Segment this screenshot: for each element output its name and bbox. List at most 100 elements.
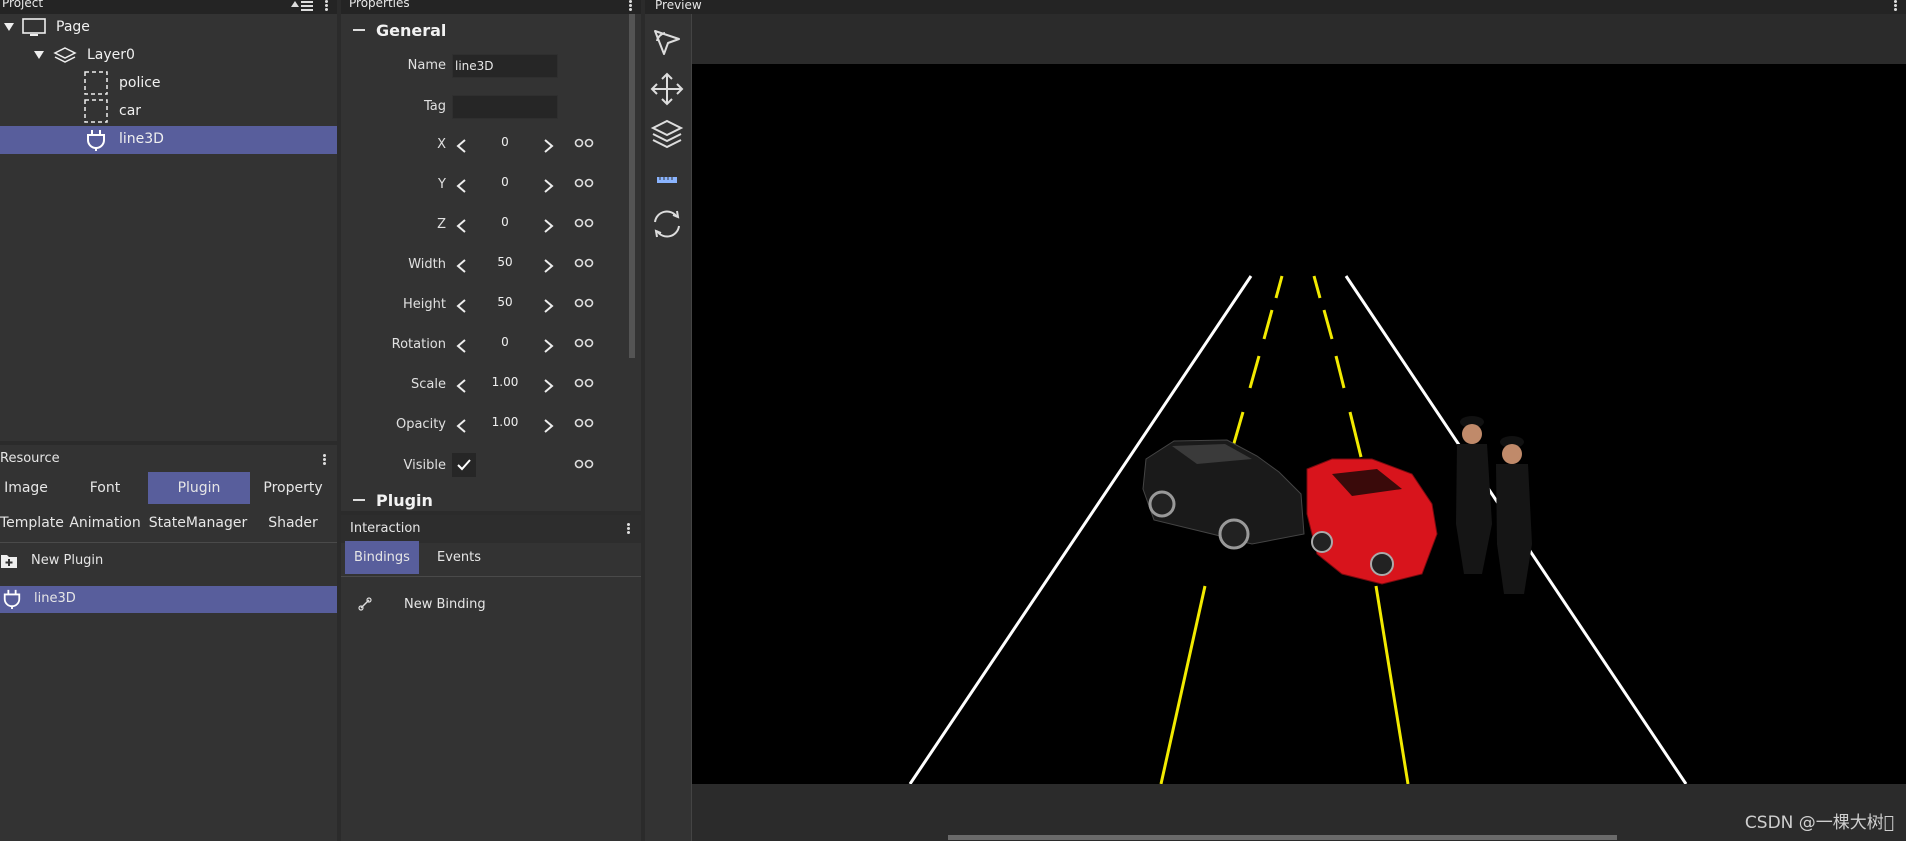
increment-chevron-icon[interactable] <box>541 378 555 394</box>
interaction-menu-icon[interactable] <box>627 522 631 536</box>
add-folder-icon <box>0 552 18 570</box>
spin-value[interactable]: 1.00 <box>476 415 534 429</box>
increment-chevron-icon[interactable] <box>541 298 555 314</box>
prop-row-width: Width 50 <box>341 249 620 285</box>
properties-panel: Properties General Name line3D Tag X0Y0Z… <box>341 0 641 511</box>
tab-property[interactable]: Property <box>250 472 336 504</box>
increment-chevron-icon[interactable] <box>541 338 555 354</box>
project-header: Project <box>0 0 337 14</box>
plugin-item-line3d[interactable]: line3D <box>0 586 337 613</box>
increment-chevron-icon[interactable] <box>541 258 555 274</box>
preview-canvas[interactable] <box>692 64 1906 784</box>
collapse-icon[interactable] <box>353 499 365 501</box>
properties-scrollbar[interactable] <box>629 14 635 358</box>
decrement-chevron-icon[interactable] <box>455 178 469 194</box>
spin-value[interactable]: 0 <box>476 135 534 149</box>
layers-icon[interactable] <box>649 116 685 152</box>
layers-icon <box>53 46 77 66</box>
new-binding-button[interactable]: New Binding <box>341 591 641 619</box>
tab-shader[interactable]: Shader <box>250 507 336 539</box>
spin-value[interactable]: 50 <box>476 255 534 269</box>
prop-row-rotation: Rotation 0 <box>341 329 620 365</box>
spinbox[interactable]: 0 <box>452 333 558 359</box>
link-icon[interactable] <box>574 297 594 309</box>
increment-chevron-icon[interactable] <box>541 418 555 434</box>
tree-item-layer0[interactable]: Layer0 <box>0 42 337 70</box>
refresh-icon[interactable] <box>649 206 685 242</box>
link-icon[interactable] <box>574 217 594 229</box>
tree-item-car[interactable]: car <box>0 98 337 126</box>
spinbox[interactable]: 0 <box>452 133 558 159</box>
increment-chevron-icon[interactable] <box>541 218 555 234</box>
spin-value[interactable]: 0 <box>476 335 534 349</box>
move-icon[interactable] <box>649 71 685 107</box>
preview-header: Preview <box>645 0 1906 14</box>
link-icon[interactable] <box>574 137 594 149</box>
tab-events[interactable]: Events <box>427 541 491 574</box>
tag-input[interactable] <box>452 95 558 119</box>
sort-icon[interactable] <box>289 0 315 12</box>
tab-plugin[interactable]: Plugin <box>148 472 250 504</box>
red-car <box>1306 458 1438 585</box>
link-icon[interactable] <box>574 458 594 470</box>
tree-item-line3d[interactable]: line3D <box>0 126 337 154</box>
tab-statemanager[interactable]: StateManager <box>148 507 248 539</box>
increment-chevron-icon[interactable] <box>541 178 555 194</box>
new-plugin-button[interactable]: New Plugin <box>0 548 337 576</box>
link-icon[interactable] <box>574 417 594 429</box>
ruler-icon[interactable] <box>649 162 685 198</box>
preview-menu-icon[interactable] <box>1894 0 1898 13</box>
prop-row-height: Height 50 <box>341 289 620 325</box>
project-menu-icon[interactable] <box>325 0 329 13</box>
decrement-chevron-icon[interactable] <box>455 298 469 314</box>
tree-item-page[interactable]: Page <box>0 14 337 42</box>
resource-title: Resource <box>0 451 60 466</box>
decrement-chevron-icon[interactable] <box>455 378 469 394</box>
expand-icon[interactable] <box>34 51 44 59</box>
resource-panel: Resource Image Font Plugin Property Temp… <box>0 445 337 841</box>
spinbox[interactable]: 0 <box>452 213 558 239</box>
decrement-chevron-icon[interactable] <box>455 258 469 274</box>
prop-row-visible: Visible <box>341 450 620 486</box>
tab-animation[interactable]: Animation <box>64 507 146 539</box>
spinbox[interactable]: 50 <box>452 293 558 319</box>
spin-value[interactable]: 1.00 <box>476 375 534 389</box>
name-input[interactable]: line3D <box>452 54 558 78</box>
black-suv <box>1142 439 1305 550</box>
prop-row-z: Z0 <box>341 209 620 245</box>
image-placeholder-icon <box>84 71 108 95</box>
spinbox[interactable]: 0 <box>452 173 558 199</box>
spin-value[interactable]: 0 <box>476 215 534 229</box>
resource-menu-icon[interactable] <box>323 453 327 467</box>
decrement-chevron-icon[interactable] <box>455 138 469 154</box>
tree-label-page: Page <box>56 19 90 35</box>
spinbox[interactable]: 50 <box>452 253 558 279</box>
spinbox[interactable]: 1.00 <box>452 373 558 399</box>
spinbox[interactable]: 1.00 <box>452 413 558 439</box>
expand-icon[interactable] <box>4 23 14 31</box>
tree-item-police[interactable]: police <box>0 70 337 98</box>
decrement-chevron-icon[interactable] <box>455 338 469 354</box>
link-icon[interactable] <box>574 337 594 349</box>
increment-chevron-icon[interactable] <box>541 138 555 154</box>
select-pointer-icon[interactable] <box>649 25 685 61</box>
interaction-header: Interaction <box>341 515 641 543</box>
link-icon[interactable] <box>574 377 594 389</box>
decrement-chevron-icon[interactable] <box>455 418 469 434</box>
link-icon[interactable] <box>574 257 594 269</box>
tab-bindings[interactable]: Bindings <box>345 541 419 574</box>
tree-label-line3d: line3D <box>119 131 164 147</box>
spin-value[interactable]: 0 <box>476 175 534 189</box>
decrement-chevron-icon[interactable] <box>455 218 469 234</box>
tab-font[interactable]: Font <box>66 472 144 504</box>
visible-checkbox[interactable] <box>452 453 476 477</box>
collapse-icon[interactable] <box>353 29 365 31</box>
link-icon[interactable] <box>574 177 594 189</box>
plugin-item-label: line3D <box>34 591 76 606</box>
tab-image[interactable]: Image <box>0 472 52 504</box>
spin-value[interactable]: 50 <box>476 295 534 309</box>
plug-icon <box>85 128 107 152</box>
preview-hscrollbar[interactable] <box>948 835 1617 840</box>
tab-template[interactable]: Template <box>0 507 64 539</box>
prop-label-tag: Tag <box>423 99 446 114</box>
